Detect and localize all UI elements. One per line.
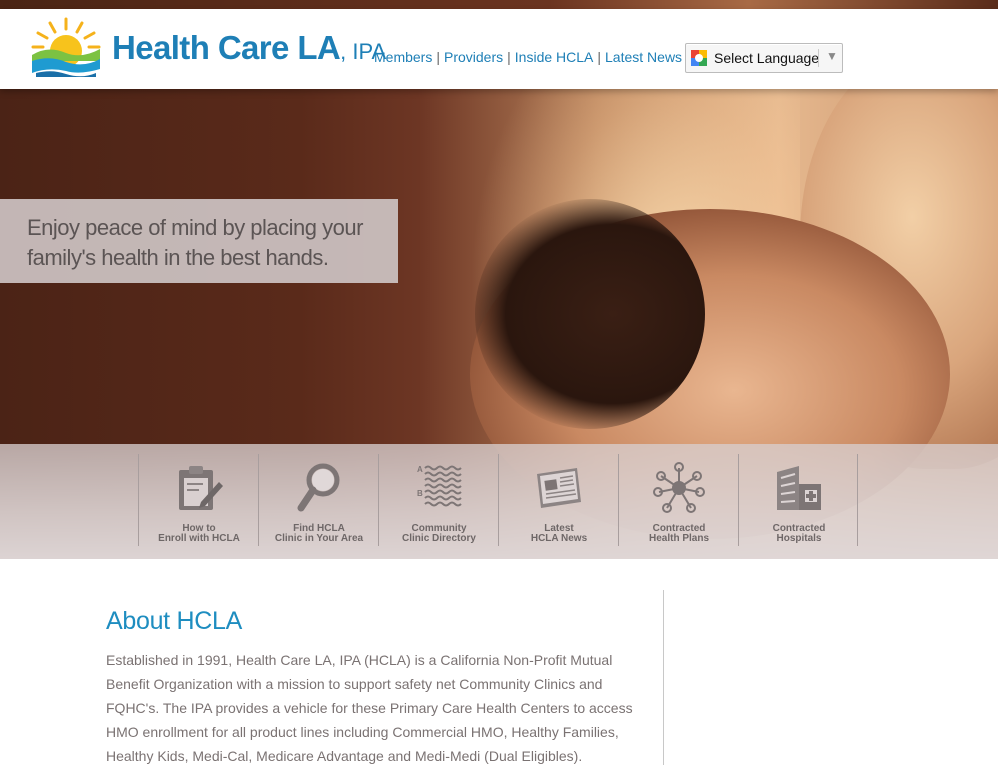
quick-link-label: Latest HCLA News [530,523,588,544]
top-decorative-strip [0,0,998,9]
nav-inside-hcla-link[interactable]: Inside HCLA [515,49,594,65]
language-select[interactable]: Select Language ▼ [685,43,843,73]
nav-providers-link[interactable]: Providers [444,49,503,65]
directory-letter-b: B [417,489,423,498]
hero-baby-hair [475,199,705,429]
nav-members-link[interactable]: Members [374,49,432,65]
dropdown-arrow-icon: ▼ [826,49,838,63]
brand-name[interactable]: Health Care LA, IPA [112,29,386,67]
quick-link-find-clinic[interactable]: Find HCLA Clinic in Your Area [258,454,378,546]
about-heading: About HCLA [106,607,242,635]
nav-separator: | [597,49,602,65]
tagline-box: Enjoy peace of mind by placing your fami… [0,199,398,283]
directory-icon: A B [417,465,462,507]
quick-link-label: Find HCLA Clinic in Your Area [274,523,364,544]
hero-tagline: Enjoy peace of mind by placing your fami… [27,215,363,270]
quick-links-bar: How to Enroll with HCLA Find HCLA Clinic i… [0,444,998,559]
directory-letter-a: A [417,465,423,474]
site-header: Health Care LA, IPA Members | Providers | In… [0,9,998,89]
network-icon [653,462,705,513]
clipboard-icon [179,466,223,510]
quick-link-label: Contracted Hospitals [772,523,826,544]
quick-link-clinic-directory[interactable]: A B Community Clinic Directory [378,454,498,546]
quick-link-enroll[interactable]: How to Enroll with HCLA [138,454,258,546]
google-translate-icon [691,50,707,66]
quick-link-label: Community Clinic Directory [402,523,476,544]
sun-logo-icon[interactable] [30,15,102,79]
quick-link-latest-news[interactable]: Latest HCLA News [498,454,618,546]
nav-latest-news-link[interactable]: Latest News [605,49,682,65]
main-nav: Members | Providers | Inside HCLA | Latest New… [374,49,694,65]
about-paragraph: Established in 1991, Health Care LA, IPA… [106,652,633,764]
nav-separator: | [436,49,440,65]
nav-separator: | [507,49,511,65]
quick-link-label: Contracted Health Plans [648,523,710,544]
hospital-icon [777,466,821,510]
select-divider [818,49,819,67]
content-divider [663,590,664,765]
quick-link-health-plans[interactable]: Contracted Health Plans [618,454,738,546]
language-select-label: Select Language [714,50,820,66]
newspaper-icon [537,468,581,508]
magnifier-icon [297,463,340,512]
quick-link-hospitals[interactable]: Contracted Hospitals [738,454,858,546]
quick-link-label: How to Enroll with HCLA [158,523,240,544]
hero-banner: Enjoy peace of mind by placing your fami… [0,89,998,559]
